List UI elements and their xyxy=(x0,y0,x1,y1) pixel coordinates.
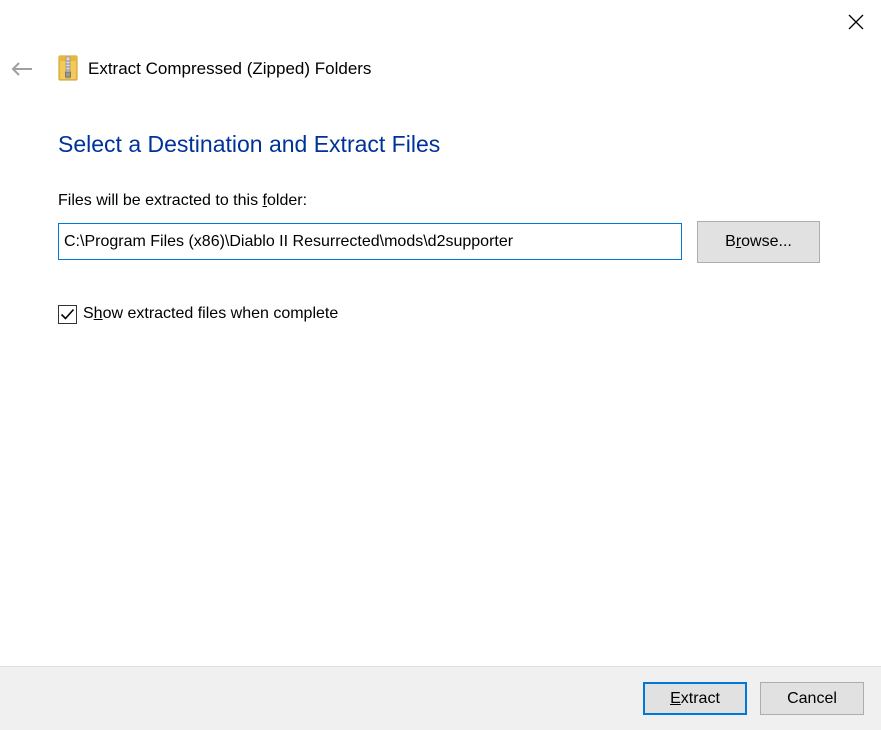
page-heading: Select a Destination and Extract Files xyxy=(58,131,441,157)
show-extracted-files-checkbox[interactable] xyxy=(58,304,77,324)
destination-label: Files will be extracted to this folder: xyxy=(58,192,308,209)
extract-button[interactable]: Extract xyxy=(643,682,747,715)
back-arrow-icon xyxy=(11,62,32,76)
close-icon xyxy=(848,14,864,30)
cancel-button[interactable]: Cancel xyxy=(760,682,864,715)
close-button[interactable] xyxy=(836,4,876,40)
extract-dialog: Extract Compressed (Zipped) Folders Sele… xyxy=(0,0,881,730)
destination-path-input[interactable] xyxy=(58,223,682,260)
checkmark-icon xyxy=(60,308,75,320)
button-bar xyxy=(0,666,881,730)
back-button[interactable] xyxy=(6,54,38,84)
zipped-folder-icon xyxy=(58,55,78,81)
browse-button[interactable]: Br owse... xyxy=(697,221,820,263)
show-extracted-files-option[interactable]: Show extracted files when complete xyxy=(58,303,338,325)
show-extracted-files-label: Show extracted files when complete xyxy=(83,305,339,322)
window-title: Extract Compressed (Zipped) Folders xyxy=(88,59,372,78)
